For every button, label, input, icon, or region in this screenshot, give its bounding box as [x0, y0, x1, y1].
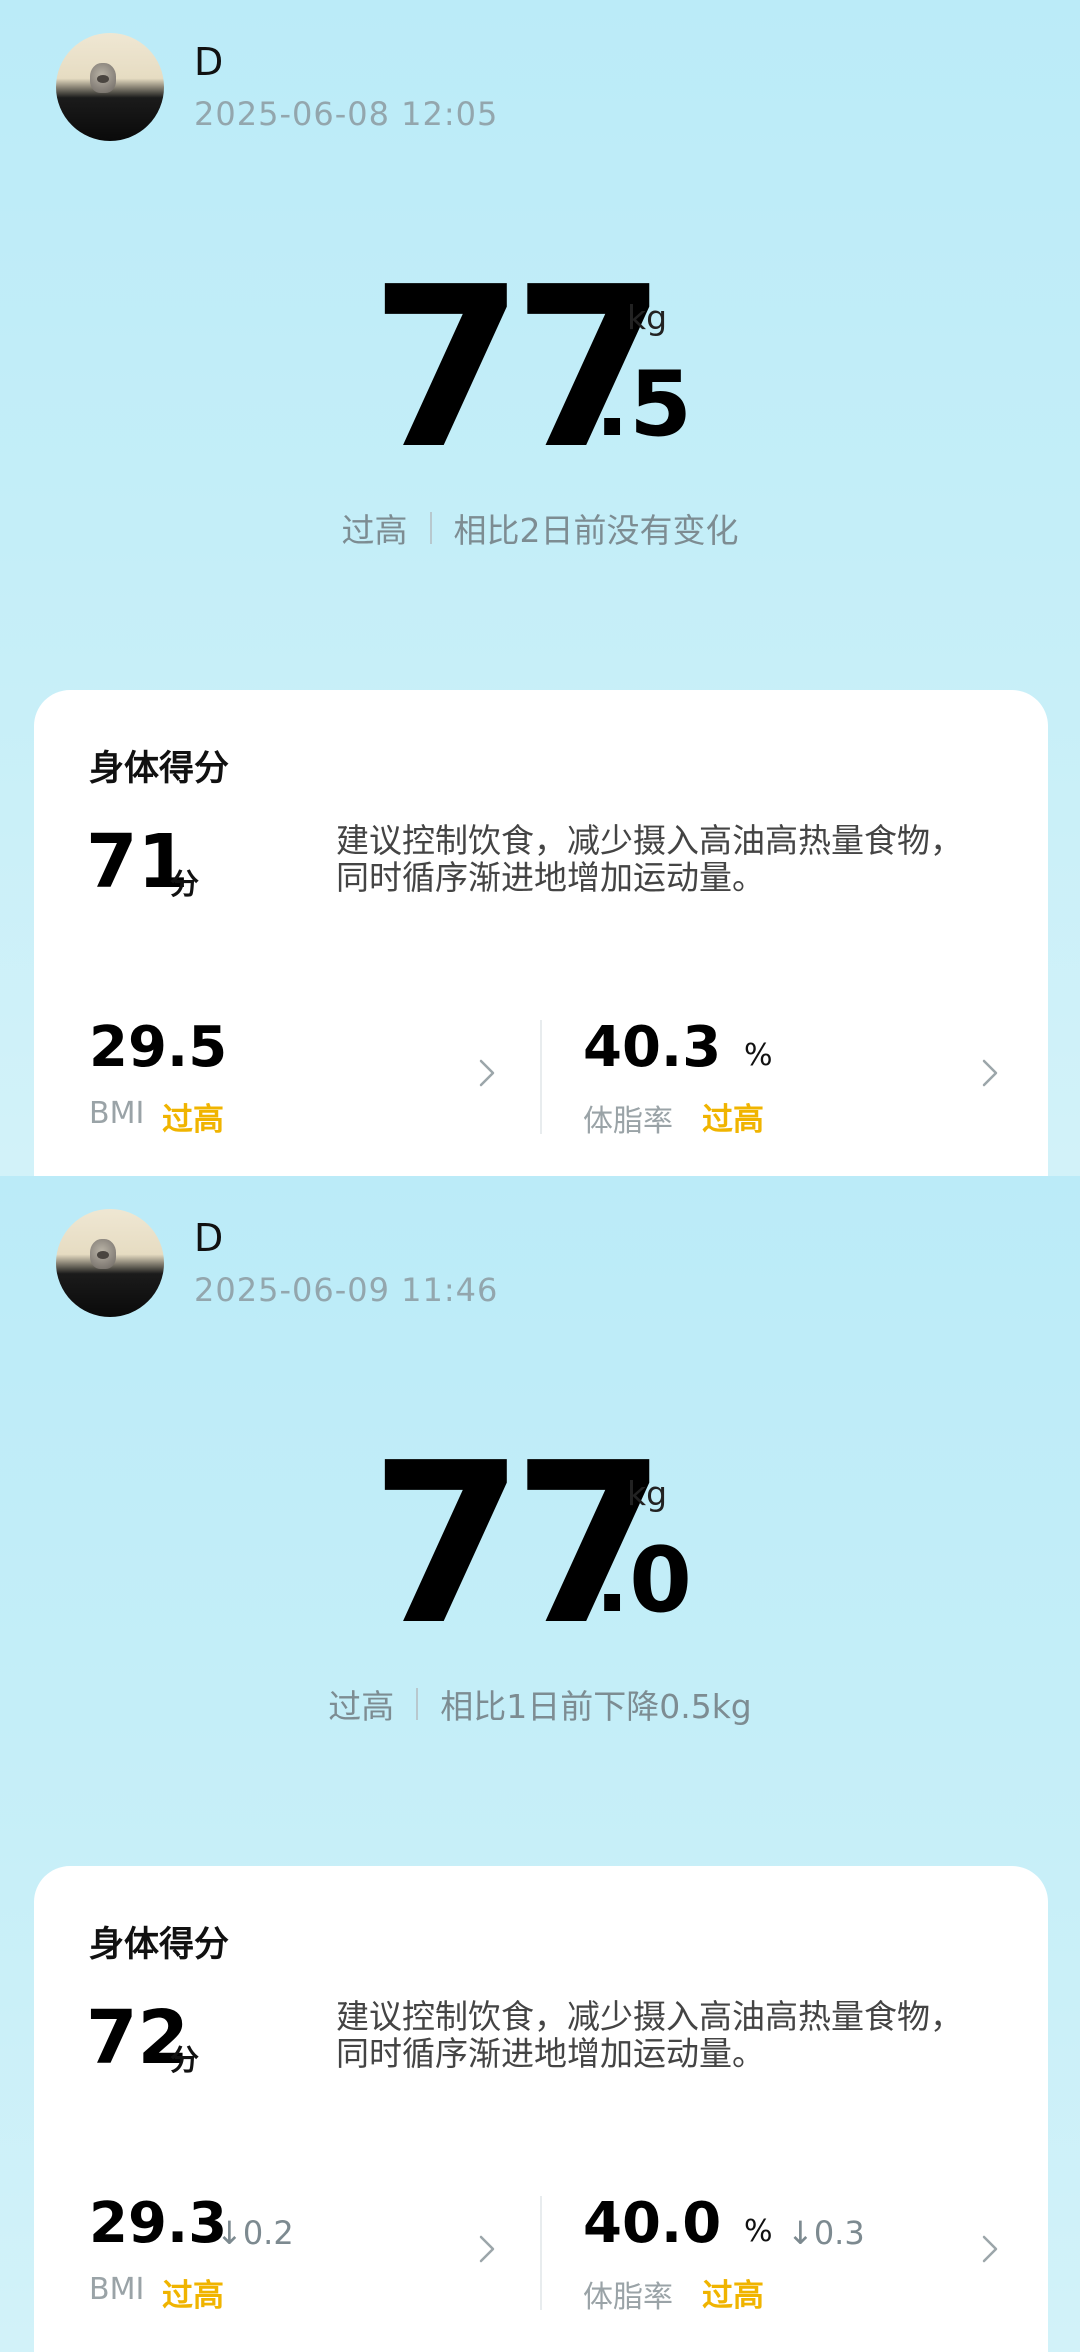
weight-decimal: .5 [595, 352, 692, 457]
body-fat-metric[interactable]: 40.0 % ↓0.3 体脂率 过高 [541, 2191, 1035, 2315]
bmi-metric[interactable]: 29.5 BMI 过高 [34, 1015, 528, 1138]
weight-decimal: .0 [595, 1528, 692, 1633]
body-fat-metric[interactable]: 40.3 % 体脂率 过高 [541, 1015, 1035, 1139]
bmi-change: ↓0.2 [216, 2214, 294, 2252]
chevron-right-icon [982, 2235, 998, 2263]
weight-status: 过高 [341, 511, 408, 550]
body-fat-unit: % [744, 2214, 773, 2249]
weight-unit: kg [627, 1474, 668, 1513]
body-score-card: 身体得分 71 分 建议控制饮食，减少摄入高油高热量食物，同时循序渐进地增加运动… [34, 690, 1048, 1176]
weight-comparison: 相比2日前没有变化 [453, 511, 739, 550]
avatar[interactable] [56, 33, 164, 141]
body-fat-value: 40.0 [583, 2191, 722, 2256]
bmi-label: BMI [89, 1096, 145, 1131]
health-advice: 建议控制饮食，减少摄入高油高热量食物，同时循序渐进地增加运动量。 [336, 1997, 963, 2073]
timestamp: 2025-06-09 11:46 [194, 1271, 499, 1309]
bmi-label: BMI [89, 2272, 145, 2307]
avatar-photo [90, 1239, 116, 1269]
weight-comparison: 相比1日前下降0.5kg [440, 1687, 752, 1726]
body-score-unit: 分 [170, 867, 200, 901]
body-fat-status: 过高 [702, 1102, 764, 1138]
weight-status-row: 过高 相比1日前下降0.5kg [0, 1681, 1080, 1727]
body-score-unit: 分 [170, 2043, 200, 2077]
chevron-right-icon [982, 1059, 998, 1087]
body-fat-status: 过高 [702, 2278, 764, 2314]
bmi-status: 过高 [162, 2278, 224, 2314]
avatar-photo [90, 63, 116, 93]
body-fat-unit: % [744, 1038, 773, 1073]
timestamp: 2025-06-08 12:05 [194, 95, 499, 133]
bmi-status: 过高 [162, 1102, 224, 1138]
chevron-right-icon [479, 1059, 495, 1087]
weight-unit: kg [627, 298, 668, 337]
divider [416, 1688, 419, 1720]
body-fat-change: ↓0.3 [787, 2214, 865, 2252]
body-fat-value: 40.3 [583, 1015, 722, 1080]
user-name: D [194, 40, 224, 84]
divider [429, 512, 432, 544]
weight-record-panel: D 2025-06-09 11:46 77 kg .0 过高 相比1日前下降0.… [0, 1176, 1080, 2352]
body-fat-label: 体脂率 [583, 1104, 673, 1139]
body-score-card: 身体得分 72 分 建议控制饮食，减少摄入高油高热量食物，同时循序渐进地增加运动… [34, 1866, 1048, 2352]
user-name: D [194, 1216, 224, 1260]
avatar[interactable] [56, 1209, 164, 1317]
health-advice: 建议控制饮食，减少摄入高油高热量食物，同时循序渐进地增加运动量。 [336, 821, 963, 897]
weight-status-row: 过高 相比2日前没有变化 [0, 505, 1080, 551]
bmi-metric[interactable]: 29.3 ↓0.2 BMI 过高 [34, 2191, 528, 2314]
weight-status: 过高 [328, 1687, 395, 1726]
weight-record-panel: D 2025-06-08 12:05 77 kg .5 过高 相比2日前没有变化… [0, 0, 1080, 1176]
body-fat-label: 体脂率 [583, 2280, 673, 2315]
card-title: 身体得分 [89, 749, 230, 789]
card-title: 身体得分 [89, 1925, 230, 1965]
chevron-right-icon [479, 2235, 495, 2263]
bmi-value: 29.3 [89, 2191, 228, 2256]
bmi-value: 29.5 [89, 1015, 228, 1080]
